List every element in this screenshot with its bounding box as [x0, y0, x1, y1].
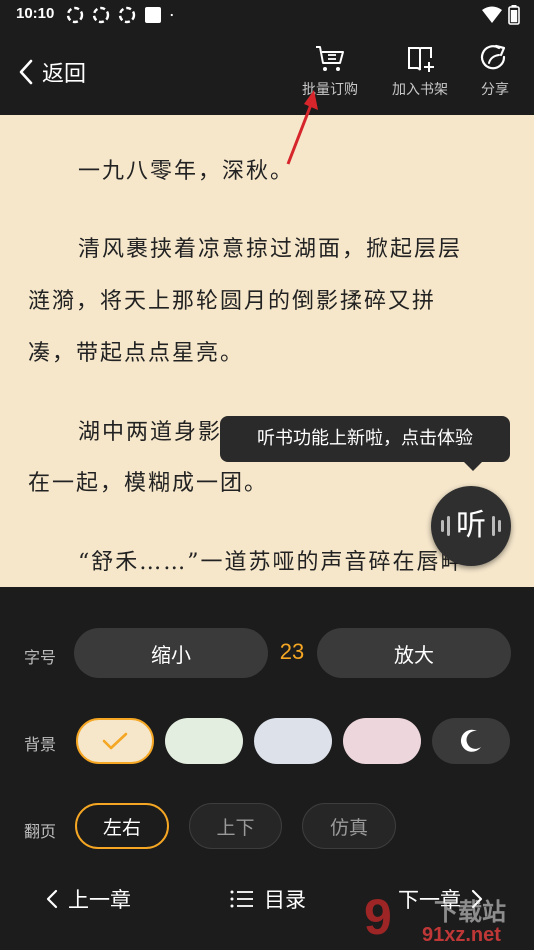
add-to-shelf-label: 加入书架 [392, 82, 448, 98]
decrease-font-button[interactable]: 缩小 [74, 628, 268, 678]
add-to-shelf-button[interactable]: 加入书架 [383, 44, 457, 99]
check-icon [102, 732, 128, 750]
share-label: 分享 [481, 82, 509, 98]
toc-label: 目录 [264, 888, 306, 912]
watermark-logo: 9 [364, 889, 392, 945]
listen-tooltip[interactable]: 听书功能上新啦，点击体验 [220, 416, 510, 462]
paragraph: 一九八零年，深秋。 [78, 159, 295, 184]
reader-header: 返回 批量订购 加入书架 分享 [0, 30, 534, 115]
chevron-left-icon [19, 59, 33, 85]
background-pink-option[interactable] [343, 718, 421, 764]
background-green-option[interactable] [165, 718, 243, 764]
notification-icon [66, 6, 84, 24]
listen-label: 听 [456, 508, 486, 543]
notification-icon [92, 6, 110, 24]
background-night-option[interactable] [432, 718, 510, 764]
font-size-label: 字号 [24, 648, 57, 667]
back-button[interactable]: 返回 [18, 56, 86, 88]
page-turn-vertical-option[interactable]: 上下 [189, 803, 282, 849]
watermark-url: 91xz.net [422, 924, 501, 946]
share-button[interactable]: 分享 [458, 44, 532, 99]
back-label: 返回 [42, 62, 87, 87]
red-arrow-annotation [286, 90, 318, 165]
page-turn-label: 翻页 [24, 822, 57, 841]
wifi-icon [482, 6, 502, 23]
page-turn-simulation-option[interactable]: 仿真 [302, 803, 396, 849]
background-beige-option[interactable] [76, 718, 154, 764]
listen-button[interactable]: 听 [431, 486, 511, 566]
background-label: 背景 [24, 735, 57, 754]
paragraph-line: 涟漪，将天上那轮圆月的倒影揉碎又拼 [28, 289, 437, 314]
status-bar: 10:10 [0, 0, 534, 30]
chevron-left-icon [46, 889, 58, 909]
increase-font-button[interactable]: 放大 [317, 628, 511, 678]
square-notification-icon [145, 7, 161, 23]
moon-icon [460, 729, 481, 752]
prev-chapter-label: 上一章 [68, 888, 131, 912]
paragraph-line: 清风裹挟着凉意掠过湖面，掀起层层 [78, 237, 463, 262]
list-icon [230, 890, 253, 908]
prev-chapter-button[interactable]: 上一章 [46, 884, 131, 914]
notification-icon [118, 6, 136, 24]
site-watermark: 9 下载站 91xz.net [360, 888, 534, 950]
paragraph-line: 凑，带起点点星亮。 [28, 341, 245, 366]
system-icons [482, 5, 520, 25]
book-add-icon [408, 47, 434, 72]
status-time: 10:10 [16, 5, 55, 22]
cart-icon [316, 46, 344, 71]
battery-icon [508, 5, 520, 25]
notification-icons [66, 6, 178, 24]
tooltip-tail [463, 461, 483, 471]
table-of-contents-button[interactable]: 目录 [230, 884, 306, 914]
watermark-title: 下载站 [434, 899, 506, 926]
page-turn-horizontal-option[interactable]: 左右 [75, 803, 169, 849]
share-icon [480, 44, 506, 70]
dot-icon [170, 13, 173, 17]
background-blue-option[interactable] [254, 718, 332, 764]
font-size-value: 23 [279, 639, 305, 664]
